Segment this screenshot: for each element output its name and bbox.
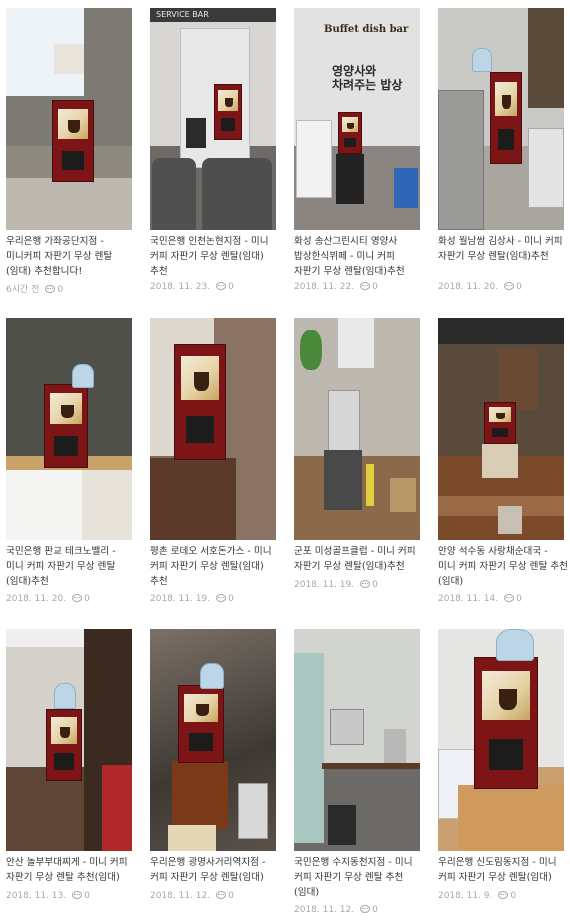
post-meta: 6시간 전 0: [6, 282, 132, 296]
comment-count: 0: [228, 891, 234, 901]
post-thumbnail[interactable]: [6, 318, 132, 540]
post-thumbnail[interactable]: [438, 8, 564, 230]
post-date: 6시간 전: [6, 285, 40, 295]
post-thumbnail[interactable]: SERVICE BAR: [150, 8, 276, 230]
post-date: 2018. 11. 19.: [294, 580, 355, 590]
post-date: 2018. 11. 20.: [6, 594, 67, 604]
comment-icon: [504, 594, 515, 602]
signage-text: SERVICE BAR: [156, 10, 209, 19]
comment-count: 0: [372, 580, 378, 590]
post-meta: 2018. 11. 13. 0: [6, 891, 132, 905]
post-date: 2018. 11. 12.: [294, 905, 355, 915]
post-title[interactable]: 우리은행 광명사거리역지점 - 커피 자판기 무상 렌탈(임대): [150, 855, 280, 885]
post-title[interactable]: 안산 놀부부대찌게 - 미니 커피 자판기 무상 렌탈 추천(임대): [6, 855, 136, 885]
post-title[interactable]: 군포 미성골프클럽 - 미니 커피 자판기 무상 렌탈(임대)추천: [294, 544, 424, 574]
post-title[interactable]: 안양 석수동 사랑채순대국 - 미니 커피 자판기 무상 렌탈 추천(임대): [438, 544, 568, 589]
post-title[interactable]: 우리은행 신도림동지점 - 미니 커피 자판기 무상 렌탈(임대): [438, 855, 568, 885]
post-thumbnail[interactable]: [6, 629, 132, 851]
post-title[interactable]: 평촌 로데오 서호돈가스 - 미니 커피 자판기 무상 렌탈(임대) 추천: [150, 544, 280, 589]
signage-text: 영양사와 차려주는 밥상: [332, 64, 403, 92]
post-thumbnail[interactable]: [294, 629, 420, 851]
post-date: 2018. 11. 14.: [438, 594, 499, 604]
post-meta: 2018. 11. 23. 0: [150, 282, 276, 296]
comment-icon: [72, 594, 83, 602]
post-meta: 2018. 11. 9. 0: [438, 891, 564, 905]
post-meta: 2018. 11. 19. 0: [294, 580, 420, 594]
post-title[interactable]: 국민은행 수지동천지점 - 미니 커피 자판기 무상 렌탈 추천(임대): [294, 855, 424, 900]
post-date: 2018. 11. 20.: [438, 282, 499, 292]
comment-icon: [498, 891, 509, 899]
comment-count: 0: [228, 282, 234, 292]
post-grid: 우리은행 가좌공단지점 - 미니커피 자판기 무상 렌탈(임대) 추천합니다! …: [0, 0, 570, 920]
comment-icon: [360, 580, 371, 588]
post-meta: 2018. 11. 12. 0: [294, 905, 420, 919]
comment-icon: [504, 282, 515, 290]
comment-count: 0: [516, 594, 522, 604]
comment-count: 0: [84, 594, 90, 604]
post-date: 2018. 11. 12.: [150, 891, 211, 901]
comment-count: 0: [372, 905, 378, 915]
post-date: 2018. 11. 13.: [6, 891, 67, 901]
comment-icon: [216, 282, 227, 290]
post-title[interactable]: 국민은행 판교 테크노밸리 - 미니 커피 자판기 무상 렌탈(임대)추천: [6, 544, 136, 589]
signage-text: Buffet dish bar: [324, 24, 409, 35]
post-thumbnail[interactable]: [6, 8, 132, 230]
post-title[interactable]: 우리은행 가좌공단지점 - 미니커피 자판기 무상 렌탈(임대) 추천합니다!: [6, 234, 136, 279]
comment-count: 0: [228, 594, 234, 604]
post-date: 2018. 11. 9.: [438, 891, 493, 901]
post-date: 2018. 11. 22.: [294, 282, 355, 292]
comment-count: 0: [516, 282, 522, 292]
comment-icon: [216, 594, 227, 602]
post-title[interactable]: 화성 송산그린시티 영양사 밥상한식뷔페 - 미니 커피 자판기 무상 렌탈(임…: [294, 234, 424, 279]
post-title[interactable]: 국민은행 인천논현지점 - 미니 커피 자판기 무상 렌탈(임대) 추천: [150, 234, 280, 279]
comment-icon: [360, 905, 371, 913]
comment-icon: [360, 282, 371, 290]
comment-count: 0: [84, 891, 90, 901]
post-meta: 2018. 11. 20. 0: [6, 594, 132, 608]
comment-icon: [45, 285, 56, 293]
comment-count: 0: [510, 891, 517, 901]
post-title[interactable]: 화성 월남쌈 김상사 - 미니 커피 자판기 무상 렌탈(임대)추천: [438, 234, 568, 264]
post-date: 2018. 11. 23.: [150, 282, 211, 292]
post-thumbnail[interactable]: [150, 629, 276, 851]
post-thumbnail[interactable]: [438, 318, 564, 540]
comment-count: 0: [57, 285, 64, 295]
comment-icon: [72, 891, 83, 899]
post-thumbnail[interactable]: [150, 318, 276, 540]
post-thumbnail[interactable]: [438, 629, 564, 851]
comment-icon: [216, 891, 227, 899]
post-meta: 2018. 11. 20. 0: [438, 282, 564, 296]
comment-count: 0: [372, 282, 378, 292]
post-meta: 2018. 11. 12. 0: [150, 891, 276, 905]
post-meta: 2018. 11. 19. 0: [150, 594, 276, 608]
post-date: 2018. 11. 19.: [150, 594, 211, 604]
post-meta: 2018. 11. 14. 0: [438, 594, 564, 608]
post-meta: 2018. 11. 22. 0: [294, 282, 420, 296]
post-thumbnail[interactable]: Buffet dish bar 영양사와 차려주는 밥상: [294, 8, 420, 230]
post-thumbnail[interactable]: [294, 318, 420, 540]
